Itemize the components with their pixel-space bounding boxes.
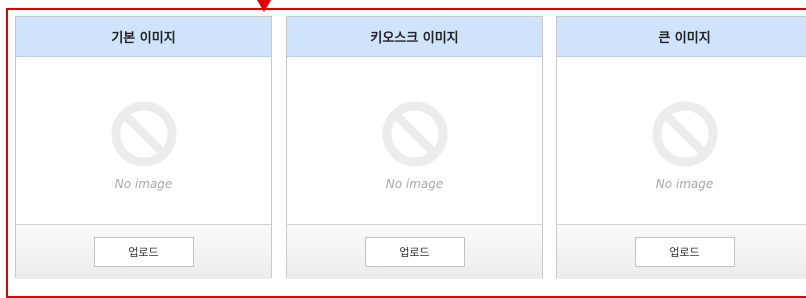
- arrow-down-icon: [257, 0, 271, 12]
- card-footer: 업로드: [16, 224, 271, 279]
- card-title: 기본 이미지: [111, 31, 176, 46]
- card-header: 키오스크 이미지: [287, 17, 542, 57]
- image-card-default: 기본 이미지 No image 업로드: [15, 16, 272, 279]
- card-title: 키오스크 이미지: [370, 31, 459, 46]
- no-image-text: No image: [114, 176, 173, 191]
- card-header: 기본 이미지: [16, 17, 271, 57]
- card-header: 큰 이미지: [557, 17, 806, 57]
- upload-button[interactable]: 업로드: [634, 237, 735, 267]
- image-card-kiosk: 키오스크 이미지 No image 업로드: [286, 16, 543, 279]
- card-footer: 업로드: [287, 224, 542, 279]
- no-image-icon: [652, 101, 717, 166]
- no-image-text: No image: [385, 176, 444, 191]
- no-image-text: No image: [655, 176, 714, 191]
- card-footer: 업로드: [557, 224, 806, 279]
- image-card-large: 큰 이미지 No image 업로드: [556, 16, 806, 279]
- upload-button[interactable]: 업로드: [364, 237, 465, 267]
- no-image-icon: [382, 101, 447, 166]
- card-title: 큰 이미지: [658, 31, 711, 46]
- image-preview: No image: [287, 57, 542, 224]
- image-preview: No image: [557, 57, 806, 224]
- no-image-icon: [111, 101, 176, 166]
- upload-button[interactable]: 업로드: [93, 237, 194, 267]
- image-preview: No image: [16, 57, 271, 224]
